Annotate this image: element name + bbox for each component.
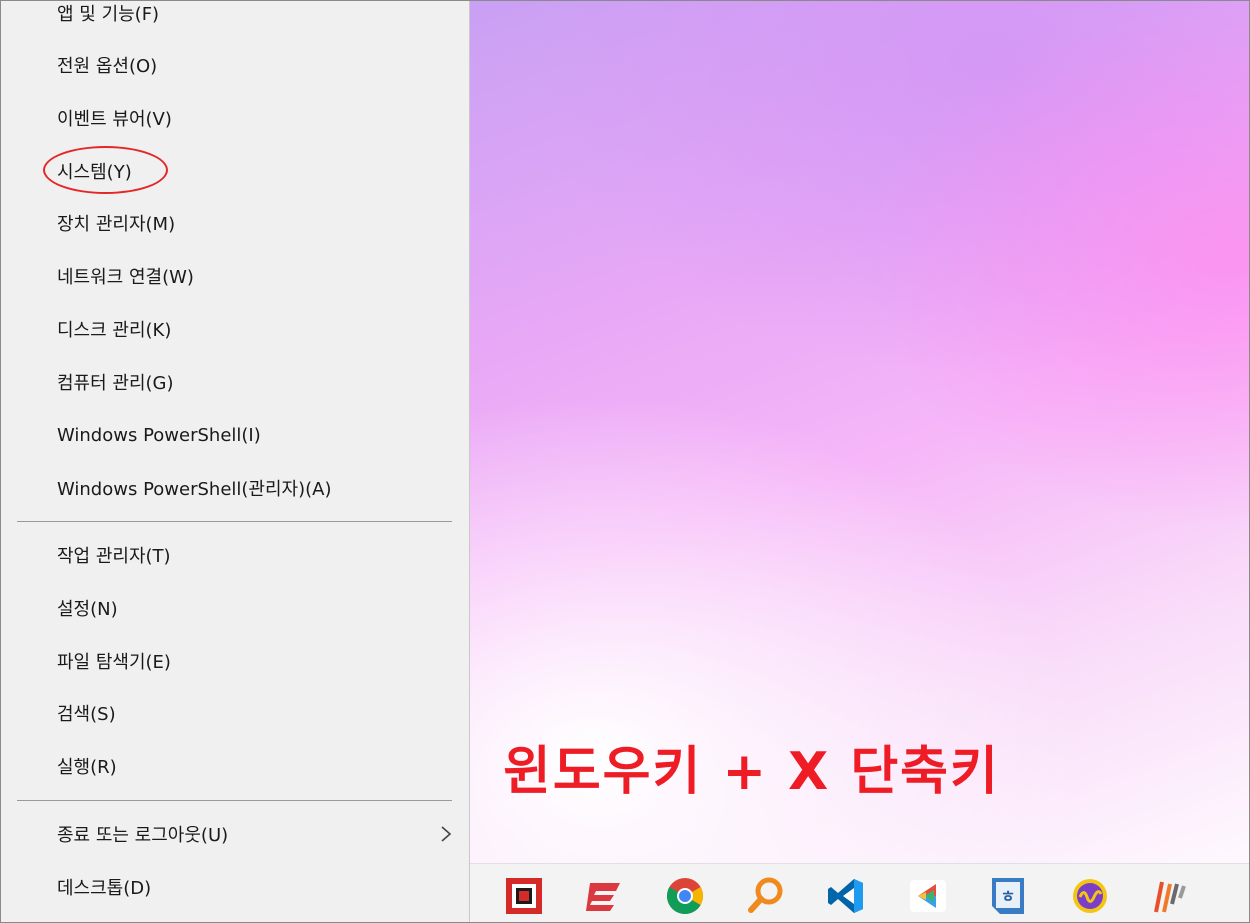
menu-item-search[interactable]: 검색(S) — [1, 691, 469, 735]
chevron-right-icon — [441, 826, 452, 842]
menu-item-system[interactable]: 시스템(Y) — [1, 149, 469, 193]
menu-item-label: Windows PowerShell(I) — [57, 424, 261, 446]
screenshot-frame: 윈도우키 + X 단축키 앱 및 기능(F) 전원 옵션(O) 이벤트 뷰어(V… — [0, 0, 1250, 923]
wave-yellow-app-icon[interactable] — [1070, 876, 1110, 916]
stripes-app-icon[interactable] — [1150, 876, 1190, 916]
menu-item-label: 네트워크 연결(W) — [57, 267, 194, 288]
menu-item-label: 파일 탐색기(E) — [57, 652, 171, 673]
menu-item-task-manager[interactable]: 작업 관리자(T) — [1, 533, 469, 577]
menu-item-label: 시스템(Y) — [57, 162, 132, 183]
menu-item-label: 종료 또는 로그아웃(U) — [57, 825, 229, 846]
menu-item-settings[interactable]: 설정(N) — [1, 586, 469, 630]
search-magnifier-app-icon[interactable] — [746, 876, 786, 916]
menu-item-label: 작업 관리자(T) — [57, 546, 171, 567]
menu-item-label: 데스크톱(D) — [57, 878, 152, 899]
menu-item-device-manager[interactable]: 장치 관리자(M) — [1, 201, 469, 245]
menu-item-run[interactable]: 실행(R) — [1, 744, 469, 788]
express-vpn-icon[interactable] — [584, 876, 624, 916]
menu-item-powershell[interactable]: Windows PowerShell(I) — [1, 413, 469, 457]
menu-item-label: 검색(S) — [57, 704, 116, 725]
menu-item-label: 컴퓨터 관리(G) — [57, 373, 174, 394]
menu-item-disk-management[interactable]: 디스크 관리(K) — [1, 307, 469, 351]
menu-item-desktop[interactable]: 데스크톱(D) — [1, 865, 469, 909]
menu-item-label: 이벤트 뷰어(V) — [57, 109, 172, 130]
menu-item-label: Windows PowerShell(관리자)(A) — [57, 479, 332, 500]
menu-item-label: 앱 및 기능(F) — [57, 4, 160, 25]
vscode-icon[interactable] — [826, 876, 866, 916]
menu-item-label: 실행(R) — [57, 757, 117, 778]
menu-separator — [17, 800, 452, 801]
menu-item-apps-features[interactable]: 앱 및 기능(F) — [1, 1, 469, 35]
hangul-word-icon[interactable]: ㅎ — [988, 876, 1028, 916]
menu-item-computer-management[interactable]: 컴퓨터 관리(G) — [1, 360, 469, 404]
menu-item-label: 전원 옵션(O) — [57, 56, 158, 77]
menu-item-file-explorer[interactable]: 파일 탐색기(E) — [1, 639, 469, 683]
menu-separator — [17, 521, 452, 522]
menu-item-label: 장치 관리자(M) — [57, 214, 176, 235]
winx-context-menu: 앱 및 기능(F) 전원 옵션(O) 이벤트 뷰어(V) 시스템(Y) 장치 관… — [1, 1, 470, 922]
chrome-icon[interactable] — [665, 876, 705, 916]
colorful-arrow-app-icon[interactable] — [908, 876, 948, 916]
menu-item-label: 설정(N) — [57, 599, 118, 620]
menu-item-label: 디스크 관리(K) — [57, 320, 172, 341]
svg-text:ㅎ: ㅎ — [1001, 887, 1016, 906]
menu-item-shutdown-signout[interactable]: 종료 또는 로그아웃(U) — [1, 812, 469, 856]
menu-item-powershell-admin[interactable]: Windows PowerShell(관리자)(A) — [1, 466, 469, 510]
menu-item-event-viewer[interactable]: 이벤트 뷰어(V) — [1, 96, 469, 140]
menu-item-power-options[interactable]: 전원 옵션(O) — [1, 43, 469, 87]
menu-item-network-connections[interactable]: 네트워크 연결(W) — [1, 254, 469, 298]
shortcut-caption: 윈도우키 + X 단축키 — [503, 742, 1000, 802]
taskbar: ㅎ — [470, 863, 1249, 922]
red-square-app-icon[interactable] — [504, 876, 544, 916]
